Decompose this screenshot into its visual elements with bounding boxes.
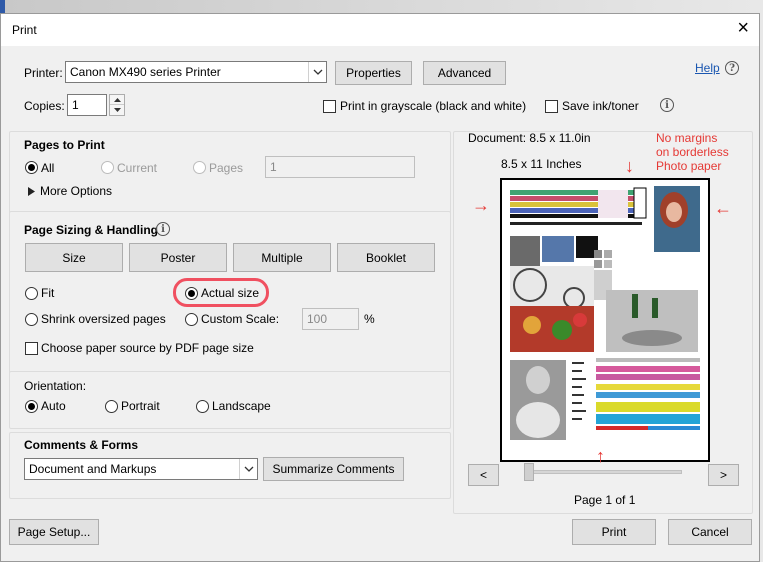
chevron-down-icon <box>308 62 326 82</box>
grayscale-label: Print in grayscale (black and white) <box>340 99 527 113</box>
pages-range-input[interactable]: 1 <box>265 156 415 178</box>
pages-to-print-title: Pages to Print <box>24 138 105 152</box>
comments-forms-title: Comments & Forms <box>24 438 139 452</box>
pages-all-radio[interactable] <box>25 161 38 174</box>
paper-size-label: 8.5 x 11 Inches <box>501 157 582 171</box>
comments-forms-select[interactable]: Document and Markups <box>24 458 258 480</box>
copies-input[interactable]: 1 <box>67 94 107 116</box>
info-icon[interactable]: i <box>660 98 674 112</box>
summarize-comments-button[interactable]: Summarize Comments <box>263 457 404 481</box>
percent-label: % <box>364 312 375 326</box>
orientation-title: Orientation: <box>24 379 87 393</box>
custom-scale-radio[interactable] <box>185 313 198 326</box>
arrow-down-top-annotation-icon: ↓ <box>625 156 634 176</box>
shrink-oversized-label: Shrink oversized pages <box>41 312 166 326</box>
pages-current-radio[interactable] <box>101 161 114 174</box>
pages-current-label: Current <box>117 161 158 175</box>
fit-radio[interactable] <box>25 287 38 300</box>
orientation-auto-radio[interactable] <box>25 400 38 413</box>
stepper-down-icon[interactable] <box>110 105 124 115</box>
more-options-toggle[interactable]: More Options <box>40 184 112 198</box>
advanced-button[interactable]: Advanced <box>423 61 506 85</box>
page-slider-thumb[interactable] <box>524 463 534 481</box>
grayscale-checkbox[interactable] <box>323 100 336 113</box>
orientation-landscape-label: Landscape <box>212 399 271 413</box>
save-ink-label: Save ink/toner <box>562 99 639 113</box>
comments-forms-value: Document and Markups <box>29 462 157 476</box>
annotation-line-1: No margins <box>656 131 718 145</box>
title-bar: Print × <box>1 14 759 46</box>
actual-size-radio[interactable] <box>185 287 198 300</box>
page-sizing-title: Page Sizing & Handling <box>24 223 159 237</box>
arrow-up-bottom-annotation-icon: ↑ <box>596 446 605 466</box>
previous-page-button[interactable]: < <box>468 464 499 486</box>
annotation-line-3: Photo paper <box>656 159 722 173</box>
size-button[interactable]: Size <box>25 243 123 272</box>
close-icon[interactable]: × <box>737 18 749 38</box>
pages-range-radio[interactable] <box>193 161 206 174</box>
page-preview <box>500 178 710 462</box>
printer-select[interactable]: Canon MX490 series Printer <box>65 61 327 83</box>
cancel-button[interactable]: Cancel <box>668 519 752 545</box>
copies-stepper[interactable] <box>109 94 125 116</box>
document-size-label: Document: 8.5 x 11.0in <box>468 131 591 145</box>
poster-button[interactable]: Poster <box>129 243 227 272</box>
custom-scale-input[interactable]: 100 <box>302 308 359 330</box>
chevron-down-icon <box>239 459 257 479</box>
help-question-icon[interactable]: ? <box>725 61 739 75</box>
paper-source-label: Choose paper source by PDF page size <box>41 341 254 355</box>
page-indicator: Page 1 of 1 <box>574 493 636 507</box>
page-slider-track[interactable] <box>528 470 682 474</box>
arrow-left-right-annotation-icon: ← <box>714 198 732 218</box>
expand-triangle-icon[interactable] <box>28 185 35 199</box>
copies-value: 1 <box>72 98 79 112</box>
sizing-info-icon[interactable]: i <box>156 222 170 236</box>
print-button[interactable]: Print <box>572 519 656 545</box>
dialog-title: Print <box>12 23 37 37</box>
orientation-portrait-label: Portrait <box>121 399 160 413</box>
printer-select-value: Canon MX490 series Printer <box>70 65 221 79</box>
shrink-oversized-radio[interactable] <box>25 313 38 326</box>
pages-range-value: 1 <box>270 160 277 174</box>
save-ink-checkbox[interactable] <box>545 100 558 113</box>
orientation-portrait-radio[interactable] <box>105 400 118 413</box>
custom-scale-label: Custom Scale: <box>201 312 280 326</box>
next-page-button[interactable]: > <box>708 464 739 486</box>
paper-source-checkbox[interactable] <box>25 342 38 355</box>
multiple-button[interactable]: Multiple <box>233 243 331 272</box>
orientation-auto-label: Auto <box>41 399 66 413</box>
custom-scale-value: 100 <box>307 312 328 326</box>
help-link[interactable]: Help <box>695 61 720 75</box>
actual-size-label: Actual size <box>201 286 260 300</box>
printer-label: Printer: <box>24 66 63 80</box>
page-setup-button[interactable]: Page Setup... <box>9 519 99 545</box>
properties-button[interactable]: Properties <box>335 61 412 85</box>
pages-all-label: All <box>41 161 55 175</box>
orientation-landscape-radio[interactable] <box>196 400 209 413</box>
fit-label: Fit <box>41 286 55 300</box>
pages-range-label: Pages <box>209 161 244 175</box>
page-thumbnail <box>510 186 700 440</box>
copies-label: Copies: <box>24 99 65 113</box>
annotation-line-2: on borderless <box>656 145 729 159</box>
print-dialog: Print × Printer: Canon MX490 series Prin… <box>0 13 760 562</box>
booklet-button[interactable]: Booklet <box>337 243 435 272</box>
stepper-up-icon[interactable] <box>110 95 124 105</box>
arrow-right-left-annotation-icon: → <box>472 195 490 215</box>
